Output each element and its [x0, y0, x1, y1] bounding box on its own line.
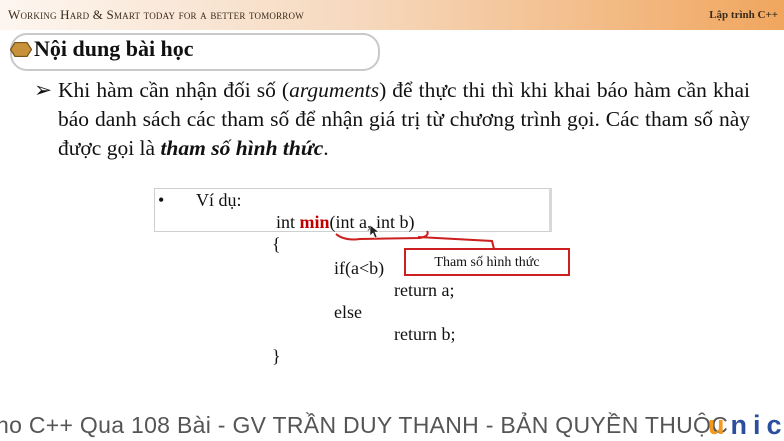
annotation-overlay	[335, 224, 495, 250]
callout-label: Tham số hình thức	[434, 255, 540, 270]
logo-letters-rest: nic	[730, 410, 784, 440]
logo-letter-u: u	[708, 410, 731, 440]
mouse-cursor-icon	[369, 224, 380, 239]
footer-marquee: ho C++ Qua 108 Bài - GV TRẦN DUY THANH -…	[0, 412, 729, 438]
parameter-underline	[335, 230, 429, 241]
unica-logo: unic	[708, 410, 784, 441]
footer-banner: ho C++ Qua 108 Bài - GV TRẦN DUY THANH -…	[0, 410, 784, 441]
callout-box: Tham số hình thức	[404, 248, 570, 276]
